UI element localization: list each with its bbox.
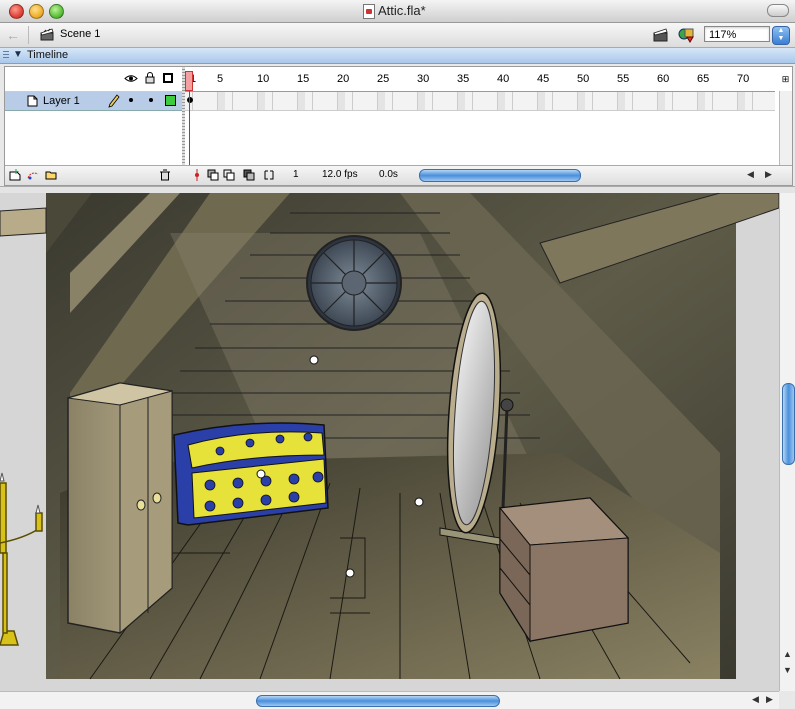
scroll-up-icon[interactable]: ▲	[783, 649, 792, 659]
ruler-label: 50	[577, 73, 590, 85]
zoom-window-button[interactable]	[49, 4, 64, 19]
frame-rate[interactable]: 12.0 fps	[322, 169, 358, 180]
pencil-icon	[108, 94, 120, 108]
zoom-stepper-icon[interactable]: ▲ ▼	[772, 26, 790, 45]
collapse-triangle-icon[interactable]: ▼	[13, 49, 23, 60]
layer-page-icon	[27, 95, 38, 107]
modify-onion-markers-icon[interactable]	[263, 169, 275, 181]
ruler-label: 55	[617, 73, 630, 85]
onion-skin-icon[interactable]	[207, 169, 219, 181]
stage-vscroll-thumb[interactable]	[782, 383, 795, 465]
timeline-options-icon[interactable]: ⊞	[779, 67, 792, 91]
ruler-label: 30	[417, 73, 430, 85]
panel-title: Timeline	[27, 49, 69, 61]
scroll-right-icon[interactable]: ▶	[765, 169, 772, 180]
outline-icon[interactable]	[163, 73, 173, 83]
frame-track[interactable]	[185, 92, 775, 111]
ruler-label: 65	[697, 73, 710, 85]
frame-ruler[interactable]: 1 5 10 15 20 25 30 35 40 45 50 55 60 65 …	[185, 67, 775, 92]
eye-icon[interactable]	[124, 74, 138, 83]
stage-hscroll-thumb[interactable]	[256, 695, 500, 707]
ruler-label: 60	[657, 73, 670, 85]
stage-drawing[interactable]	[0, 193, 779, 691]
onion-outlines-icon[interactable]	[223, 169, 235, 181]
ruler-label: 40	[497, 73, 510, 85]
scroll-down-icon[interactable]: ▼	[783, 665, 792, 675]
stage-vertical-scrollbar[interactable]: ▲ ▼	[779, 193, 795, 691]
visibility-dot[interactable]	[129, 98, 133, 102]
panel-grip-icon[interactable]	[3, 51, 9, 60]
keyframe[interactable]	[187, 97, 193, 103]
scene-label[interactable]: Scene 1	[60, 28, 100, 40]
stage-area[interactable]	[0, 193, 779, 691]
ruler-label: 20	[337, 73, 350, 85]
ruler-label: 5	[217, 73, 224, 85]
close-window-button[interactable]	[9, 4, 24, 19]
scroll-left-icon[interactable]: ◀	[752, 694, 759, 705]
layer-row[interactable]: Layer 1	[5, 92, 182, 111]
zoom-input[interactable]: 117%	[704, 26, 770, 42]
edit-scene-icon[interactable]	[653, 27, 669, 42]
layer-header	[5, 67, 182, 92]
window-titlebar: Attic.fla*	[0, 0, 795, 23]
timeline-scroll-thumb[interactable]	[419, 169, 581, 182]
current-frame: 1	[293, 169, 299, 180]
edit-symbols-icon[interactable]	[678, 27, 696, 43]
timeline: Layer 1 1 5 10 15 20 25 30 35 40 45 50 5…	[4, 66, 793, 186]
elapsed-time: 0.0s	[379, 169, 398, 180]
lock-icon[interactable]	[145, 72, 155, 84]
ruler-label: 35	[457, 73, 470, 85]
resize-corner[interactable]	[779, 691, 795, 708]
scroll-right-icon[interactable]: ▶	[766, 694, 773, 705]
layer-name[interactable]: Layer 1	[43, 95, 80, 107]
layer-scrollbar[interactable]	[779, 91, 792, 165]
add-motion-guide-icon[interactable]	[27, 169, 39, 181]
timeline-panel-header[interactable]: ▼ Timeline	[0, 48, 795, 64]
lock-dot[interactable]	[149, 98, 153, 102]
edit-bar: ← Scene 1 117% ▲ ▼	[0, 23, 795, 48]
ruler-label: 25	[377, 73, 390, 85]
ruler-label: 70	[737, 73, 750, 85]
center-frame-icon[interactable]	[191, 169, 203, 181]
window-title: Attic.fla*	[378, 3, 426, 18]
toolbar-toggle-button[interactable]	[767, 4, 789, 17]
ruler-label: 45	[537, 73, 550, 85]
edit-multiple-frames-icon[interactable]	[243, 169, 255, 181]
delete-layer-icon[interactable]	[159, 169, 171, 181]
scroll-left-icon[interactable]: ◀	[747, 169, 754, 180]
layer-outline-color[interactable]	[165, 95, 176, 106]
timeline-footer: 1 12.0 fps 0.0s ◀ ▶	[5, 165, 792, 185]
stage-horizontal-scrollbar[interactable]: ◀ ▶	[0, 691, 779, 709]
minimize-window-button[interactable]	[29, 4, 44, 19]
ruler-label: 10	[257, 73, 270, 85]
document-icon	[363, 4, 375, 19]
insert-folder-icon[interactable]	[45, 169, 57, 181]
ruler-label: 15	[297, 73, 310, 85]
playhead[interactable]	[185, 71, 193, 91]
insert-layer-icon[interactable]	[9, 169, 21, 181]
divider	[28, 26, 29, 44]
scene-clapper-icon	[40, 28, 54, 41]
back-arrow-icon[interactable]: ←	[6, 27, 20, 43]
